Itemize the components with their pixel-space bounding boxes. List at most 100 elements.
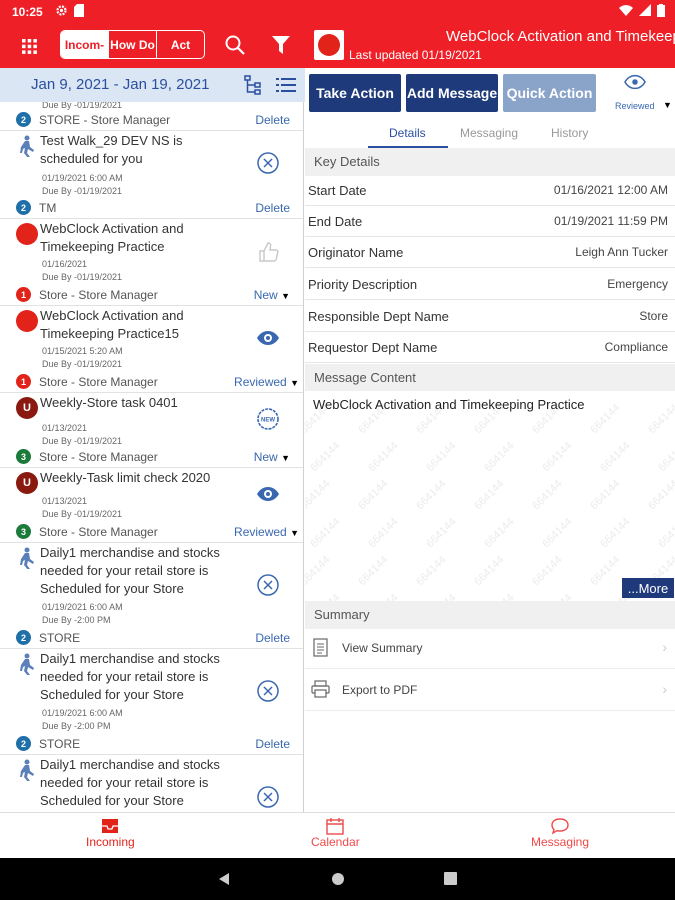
filter-icon[interactable] — [272, 36, 290, 54]
status-time: 10:25 — [12, 5, 43, 19]
item-date: 01/19/2021 6:00 AM — [42, 708, 123, 718]
nav-calendar-label: Calendar — [311, 835, 360, 849]
detail-label: Originator Name — [308, 245, 404, 260]
nav-incoming-label: Incoming — [86, 835, 135, 849]
detail-label: Requestor Dept Name — [308, 340, 438, 355]
item-title: Daily1 merchandise and stocks needed for… — [40, 651, 220, 702]
item-category: Store - Store Manager — [39, 374, 158, 389]
more-button[interactable]: ...More — [622, 578, 674, 598]
recents-icon[interactable] — [444, 872, 457, 885]
back-icon[interactable] — [217, 872, 231, 886]
eye-icon — [624, 74, 646, 90]
item-date: 01/15/2021 5:20 AM — [42, 346, 123, 356]
task-list: Due By -01/19/2021 2 STORE - Store Manage… — [0, 102, 304, 812]
tab-act[interactable]: Act — [157, 31, 204, 58]
detail-value: Store — [639, 309, 668, 323]
list-item[interactable]: U Weekly-Task limit check 2020 01/13/202… — [0, 468, 303, 543]
nav-messaging[interactable]: Messaging — [531, 817, 589, 849]
export-pdf-row[interactable]: Export to PDF › — [305, 669, 675, 711]
new-badge-icon[interactable]: NEW — [256, 407, 280, 431]
watermark-text: 664144 — [646, 477, 675, 513]
user-avatar: U — [16, 472, 38, 494]
item-date: 01/13/2021 — [42, 423, 88, 433]
close-circle-icon[interactable] — [256, 573, 280, 597]
detail-value: 01/16/2021 12:00 AM — [553, 183, 668, 197]
detail-label: Priority Description — [308, 277, 418, 292]
list-item[interactable]: Daily1 merchandise and stocks needed for… — [0, 649, 303, 755]
close-circle-icon[interactable] — [256, 679, 280, 703]
nav-incoming[interactable]: Incoming — [86, 817, 135, 849]
last-updated: Last updated 01/19/2021 — [349, 48, 482, 62]
eye-icon[interactable] — [256, 482, 280, 506]
export-pdf-label: Export to PDF — [342, 683, 418, 697]
list-item[interactable]: U Weekly-Store task 0401 01/13/2021 Due … — [0, 393, 303, 468]
hierarchy-icon[interactable] — [244, 75, 262, 95]
detail-value: Compliance — [604, 340, 668, 354]
watermark-text: 664144 — [366, 592, 400, 601]
item-category: STORE - Store Manager — [39, 112, 171, 127]
delete-link[interactable]: Delete — [255, 631, 290, 645]
status-dropdown[interactable]: Reviewed ▼ — [234, 525, 299, 539]
status-label: New — [253, 288, 278, 302]
record-icon[interactable] — [314, 30, 344, 60]
item-title: WebClock Activation and Timekeeping Prac… — [40, 308, 184, 341]
watermark-text: 664144 — [540, 515, 575, 551]
eye-icon[interactable] — [256, 326, 280, 350]
watermark-text: 664144 — [530, 553, 565, 589]
view-summary-row[interactable]: View Summary › — [305, 627, 675, 669]
delete-link[interactable]: Delete — [255, 737, 290, 751]
detail-label: Responsible Dept Name — [308, 309, 449, 324]
detail-label: End Date — [308, 214, 363, 229]
grid-menu-icon[interactable] — [22, 39, 37, 54]
nav-calendar[interactable]: Calendar — [311, 817, 360, 849]
chevron-down-icon: ▼ — [290, 528, 299, 538]
walking-person-icon — [20, 135, 34, 157]
list-item[interactable]: WebClock Activation and Timekeeping Prac… — [0, 219, 303, 306]
close-circle-icon[interactable] — [256, 151, 280, 175]
delete-link[interactable]: Delete — [255, 201, 290, 215]
add-message-button[interactable]: Add Message — [406, 74, 498, 112]
detail-header: WebClock Activation and Timekeeping Prac… — [305, 24, 675, 68]
watermark-text: 664144 — [598, 515, 633, 551]
sd-card-icon — [74, 4, 84, 17]
status-dropdown[interactable]: New ▼ — [254, 288, 290, 302]
tab-history[interactable]: History — [551, 126, 588, 140]
view-summary-label: View Summary — [342, 641, 423, 655]
item-category: TM — [39, 200, 57, 215]
watermark-text: 664144 — [588, 553, 623, 589]
list-view-icon[interactable] — [276, 77, 296, 93]
watermark-text: 664144 — [414, 553, 449, 589]
thumbs-up-icon[interactable] — [256, 240, 280, 264]
list-item[interactable]: Due By -01/19/2021 2 STORE - Store Manage… — [0, 102, 303, 131]
detail-row: End Date 01/19/2021 11:59 PM — [305, 206, 675, 237]
close-circle-icon[interactable] — [256, 785, 280, 809]
item-title: Weekly-Task limit check 2020 — [40, 470, 211, 485]
list-item[interactable]: Test Walk_29 DEV NS is scheduled for you… — [0, 131, 303, 219]
status-dropdown[interactable]: New ▼ — [254, 450, 290, 464]
delete-link[interactable]: Delete — [255, 113, 290, 127]
tab-messaging[interactable]: Messaging — [460, 126, 518, 140]
quick-action-button[interactable]: Quick Action — [503, 74, 596, 112]
date-range[interactable]: Jan 9, 2021 - Jan 19, 2021 — [31, 76, 209, 93]
status-dropdown[interactable]: Reviewed ▼ — [234, 375, 299, 389]
take-action-button[interactable]: Take Action — [309, 74, 401, 112]
list-item[interactable]: WebClock Activation and Timekeeping Prac… — [0, 306, 303, 393]
watermark-text: 664144 — [540, 592, 574, 601]
tab-how-do[interactable]: How Do — [109, 31, 157, 58]
search-icon[interactable] — [225, 35, 245, 55]
item-due: Due By -01/19/2021 — [42, 359, 123, 369]
list-item[interactable]: Daily1 merchandise and stocks needed for… — [0, 543, 303, 649]
detail-row: Originator Name Leigh Ann Tucker — [305, 237, 675, 268]
battery-icon — [657, 4, 665, 17]
detail-title: WebClock Activation and Timekeeping Prac… — [446, 28, 675, 45]
reviewed-dropdown[interactable]: Reviewed ▼ — [612, 74, 672, 112]
tab-incoming[interactable]: Incom- — [61, 31, 109, 58]
calendar-icon — [326, 818, 345, 835]
priority-badge: 3 — [16, 524, 31, 539]
tab-details[interactable]: Details — [389, 126, 426, 140]
svg-text:NEW: NEW — [261, 418, 275, 424]
list-item[interactable]: Daily1 merchandise and stocks needed for… — [0, 755, 303, 812]
home-icon[interactable] — [331, 872, 345, 886]
walking-person-icon — [20, 759, 34, 781]
watermark-text: 664144 — [366, 515, 401, 551]
